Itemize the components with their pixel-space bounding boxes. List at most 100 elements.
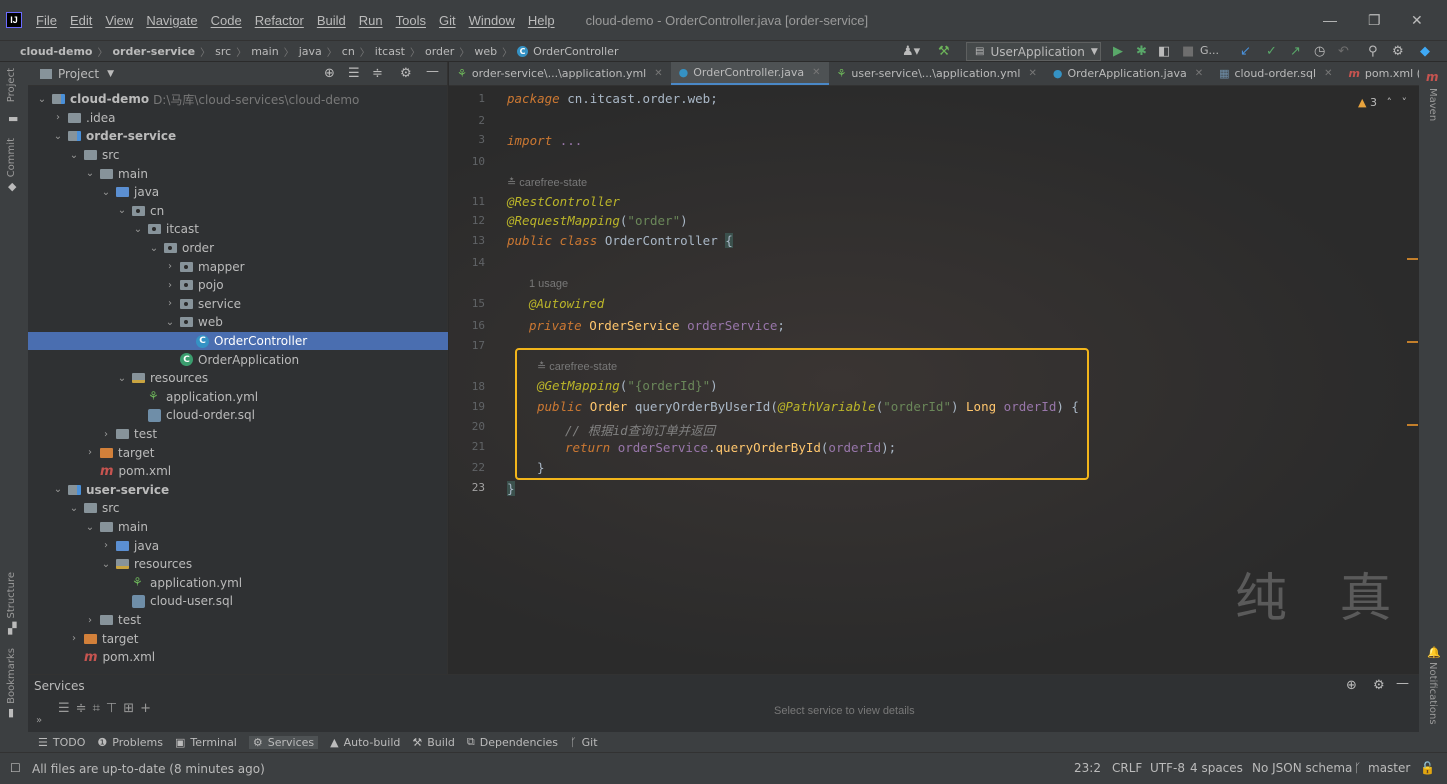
chevron-down-icon[interactable]: ⌄ [52, 484, 64, 495]
chevron-down-icon[interactable]: ⌄ [116, 373, 128, 384]
chevron-up-icon[interactable]: ˄ [1387, 96, 1393, 109]
minimize-icon[interactable]: — [1323, 12, 1337, 28]
tree-item[interactable]: C OrderApplication [28, 350, 448, 369]
new-tab-icon[interactable]: ⊞ [123, 701, 140, 716]
tool-tab-services[interactable]: ⚙ Services [248, 735, 319, 749]
tree-item[interactable]: cloud-order.sql [28, 406, 448, 425]
breadcrumb-item[interactable]: order [425, 45, 454, 58]
hide-panel-icon[interactable]: — [1396, 676, 1409, 691]
close-tab-icon[interactable]: ✕ [1324, 68, 1332, 79]
tree-item[interactable]: ⌄ src [28, 146, 448, 165]
breadcrumb-item[interactable]: order-service [112, 45, 195, 58]
editor-tab[interactable]: ⚘ order-service\...\application.yml ✕ [449, 62, 671, 85]
tool-tab-auto-build[interactable]: ▲ Auto-build [330, 736, 400, 749]
restore-icon[interactable]: ❐ [1368, 12, 1381, 29]
commit-tool-tab[interactable]: Commit [6, 138, 17, 177]
tree-item[interactable]: › pojo [28, 276, 448, 295]
tool-tab-problems[interactable]: ❶ Problems [97, 736, 163, 749]
more-icon[interactable]: » [36, 715, 42, 726]
chevron-right-icon[interactable]: › [164, 280, 176, 291]
breadcrumb-item[interactable]: web [474, 45, 497, 58]
tree-item[interactable]: ⌄ itcast [28, 220, 448, 239]
status-message[interactable]: All files are up-to-date (8 minutes ago) [32, 762, 265, 776]
bookmarks-tool-tab[interactable]: Bookmarks [6, 648, 17, 704]
tool-tab-build[interactable]: ⚒ Build [412, 736, 455, 749]
code-editor[interactable]: 纯 真 1 2 3 10 11 12 13 14 15 16 17 18 19 … [449, 86, 1419, 674]
chevron-down-icon[interactable]: ⌄ [52, 131, 64, 142]
git-update-icon[interactable]: ↙ [1240, 44, 1251, 59]
plugin-icon[interactable]: ◆ [1420, 44, 1430, 59]
menu-git[interactable]: Git [439, 13, 456, 28]
user-icon[interactable]: ♟▾ [902, 44, 920, 59]
close-tab-icon[interactable]: ✕ [1195, 68, 1203, 79]
notifications-tool-tab[interactable]: Notifications [1427, 662, 1438, 725]
git-branch[interactable]: master [1368, 761, 1410, 775]
add-icon[interactable]: + [140, 701, 157, 716]
tree-item[interactable]: ⌄ cn [28, 202, 448, 221]
app-logo-icon[interactable]: IJ [6, 12, 22, 28]
chevron-right-icon[interactable]: › [164, 261, 176, 272]
debug-icon[interactable]: ✱ [1136, 44, 1147, 59]
tree-item[interactable]: › mapper [28, 257, 448, 276]
search-icon[interactable]: ⚲ [1368, 44, 1378, 59]
indent-setting[interactable]: 4 spaces [1190, 761, 1243, 775]
tree-item[interactable]: cloud-user.sql [28, 592, 448, 611]
menu-file[interactable]: File [36, 13, 57, 28]
tree-item[interactable]: › target [28, 443, 448, 462]
close-window-icon[interactable]: ✕ [1411, 12, 1423, 29]
breadcrumb-item[interactable]: OrderController [533, 45, 618, 58]
history-icon[interactable]: ◷ [1314, 44, 1325, 59]
tree-item[interactable]: ⌄ order [28, 239, 448, 258]
tree-item[interactable]: › service [28, 295, 448, 314]
editor-tab[interactable]: ▦ cloud-order.sql ✕ [1211, 62, 1340, 85]
lock-icon[interactable]: 🔓 [1420, 761, 1435, 775]
close-tab-icon[interactable]: ✕ [812, 67, 820, 78]
menu-run[interactable]: Run [359, 13, 383, 28]
chevron-right-icon[interactable]: › [164, 298, 176, 309]
layout-icon[interactable]: ☐ [10, 761, 21, 775]
tool-tab-git[interactable]: ᚴ Git [570, 736, 598, 749]
chevron-right-icon[interactable]: › [68, 633, 80, 644]
tree-item[interactable]: › target [28, 629, 448, 648]
scrollbar-marker[interactable] [1407, 341, 1418, 343]
group-icon[interactable]: ⌗ [93, 701, 106, 716]
chevron-down-icon[interactable]: ⌄ [100, 559, 112, 570]
chevron-right-icon[interactable]: › [100, 540, 112, 551]
tree-item[interactable]: › java [28, 536, 448, 555]
menu-navigate[interactable]: Navigate [146, 13, 197, 28]
tree-item[interactable]: m pom.xml [28, 462, 448, 481]
chevron-right-icon[interactable]: › [84, 447, 96, 458]
tree-item[interactable]: ⌄ resources [28, 369, 448, 388]
tree-item[interactable]: C OrderController [28, 331, 448, 351]
chevron-right-icon[interactable]: › [84, 615, 96, 626]
tool-tab-terminal[interactable]: ▣ Terminal [175, 736, 237, 749]
settings-icon[interactable]: ⚙ [1392, 44, 1404, 59]
caret-position[interactable]: 23:2 [1074, 761, 1101, 775]
menu-build[interactable]: Build [317, 13, 346, 28]
git-commit-icon[interactable]: ✓ [1266, 44, 1277, 59]
menu-help[interactable]: Help [528, 13, 555, 28]
scrollbar-marker[interactable] [1407, 258, 1418, 260]
tree-item[interactable]: ⚘ application.yml [28, 574, 448, 593]
chevron-down-icon[interactable]: ⌄ [100, 187, 112, 198]
chevron-down-icon[interactable]: ⌄ [68, 150, 80, 161]
add-service-icon[interactable]: ⊕ [1346, 678, 1357, 693]
tree-item[interactable]: ⌄ resources [28, 555, 448, 574]
close-tab-icon[interactable]: ✕ [654, 68, 662, 79]
chevron-right-icon[interactable]: › [100, 429, 112, 440]
tree-item[interactable]: ⌄ java [28, 183, 448, 202]
tool-tab-dependencies[interactable]: ⧉ Dependencies [467, 735, 558, 749]
breadcrumb-item[interactable]: itcast [375, 45, 405, 58]
tool-tab-todo[interactable]: ☰ TODO [38, 736, 85, 749]
hammer-icon[interactable]: ⚒ [938, 44, 950, 59]
scrollbar-marker[interactable] [1407, 424, 1418, 426]
collapse-all-icon[interactable]: ≑ [76, 701, 93, 716]
structure-tool-tab[interactable]: Structure [6, 572, 17, 619]
folded-imports[interactable]: ... [560, 133, 583, 148]
editor-tab[interactable]: ⚘ user-service\...\application.yml ✕ [829, 62, 1045, 85]
breadcrumb-item[interactable]: main [251, 45, 278, 58]
filter-icon[interactable]: ⊤ [106, 701, 123, 716]
editor-tab[interactable]: m pom.xml (user-servic [1340, 62, 1419, 85]
chevron-down-icon[interactable]: ⌄ [164, 317, 176, 328]
tree-item[interactable]: m pom.xml [28, 648, 448, 667]
